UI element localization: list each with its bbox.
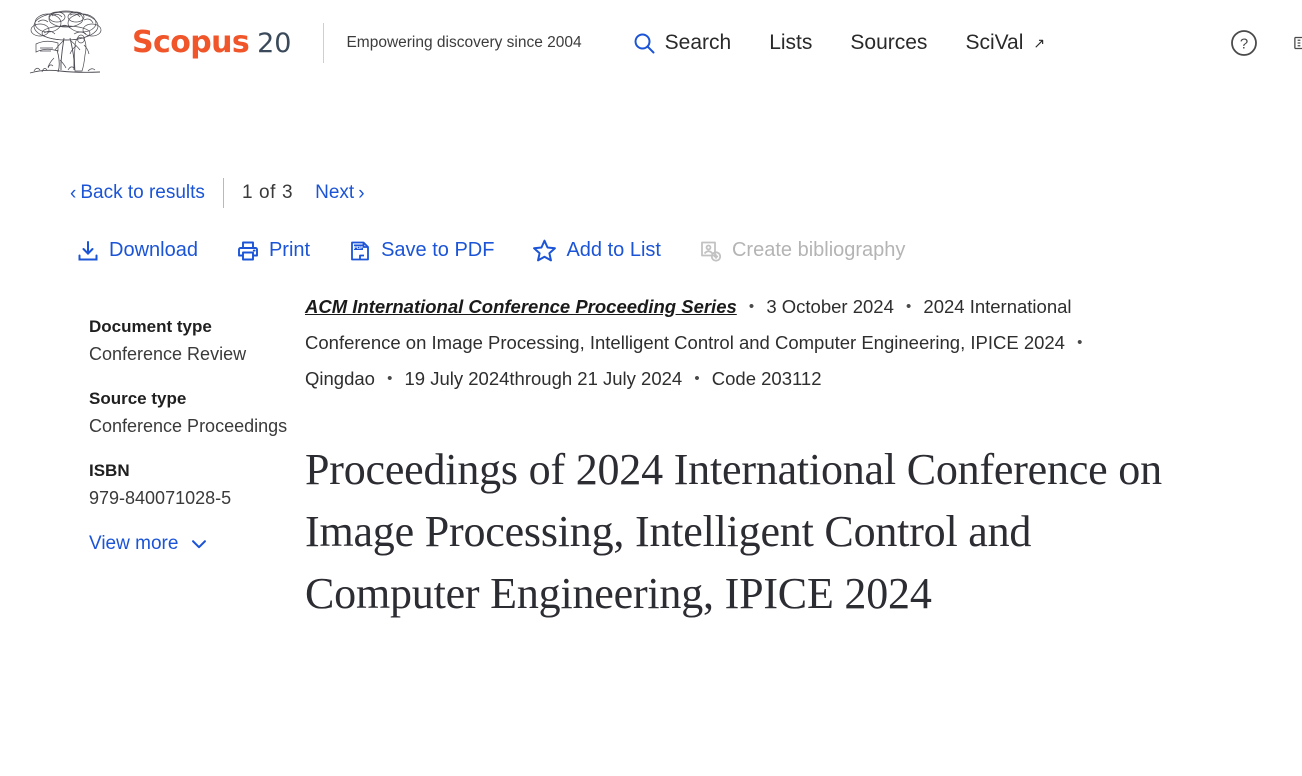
help-button[interactable]: ? — [1228, 27, 1260, 59]
printer-icon — [238, 241, 258, 260]
brand-block[interactable]: Scopus 20 — [24, 8, 291, 78]
nav-label-lists: Lists — [769, 31, 813, 54]
view-more-label: View more — [89, 533, 179, 554]
nav-item-scival[interactable]: SciVal ↗ — [965, 31, 1045, 55]
current-page-number: 1 — [241, 182, 254, 203]
chevron-left-icon: ‹ — [70, 182, 77, 204]
document-metadata-sidebar: Document type Conference Review Source t… — [0, 289, 305, 625]
document-main-panel: ACM International Conference Proceeding … — [305, 289, 1302, 625]
nav-item-search[interactable]: Search — [632, 31, 732, 55]
header-tagline: Empowering discovery since 2004 — [346, 34, 582, 51]
source-type-value: Conference Proceedings — [89, 416, 288, 436]
pdf-icon: PDF — [351, 241, 369, 260]
main-navigation: Search Lists Sources SciVal ↗ — [632, 31, 1045, 55]
star-icon — [533, 239, 557, 262]
institution-icon — [1294, 36, 1302, 50]
isbn-label: ISBN — [89, 461, 130, 480]
conference-dates: 19 July 2024through 21 July 2024 — [404, 368, 683, 389]
download-button[interactable]: Download — [76, 239, 198, 263]
print-label: Print — [268, 239, 311, 261]
chevron-right-icon: › — [358, 182, 365, 204]
help-circle-icon: ? — [1231, 30, 1257, 56]
document-type-value: Conference Review — [89, 344, 247, 364]
site-header: Scopus 20 Empowering discovery since 200… — [0, 0, 1302, 86]
conference-location: Qingdao — [305, 368, 375, 389]
svg-text:PDF: PDF — [354, 245, 363, 250]
save-to-pdf-label: Save to PDF — [381, 239, 495, 261]
brand-anniversary-badge: 20 — [257, 27, 292, 59]
back-to-results-label: Back to results — [80, 182, 205, 203]
publication-date: 3 October 2024 — [766, 296, 894, 317]
source-title-link[interactable]: ACM International Conference Proceeding … — [305, 296, 737, 317]
results-nav-divider — [222, 178, 224, 208]
brand-wordmark: Scopus — [132, 25, 250, 60]
svg-text:?: ? — [1240, 36, 1248, 53]
page-indicator: 1 of 3 — [242, 182, 293, 204]
download-icon — [78, 240, 98, 260]
save-to-pdf-button[interactable]: PDF Save to PDF — [348, 239, 494, 263]
results-navigation: ‹ Back to results 1 of 3 Next › — [70, 178, 1302, 208]
nav-label-scival: SciVal — [965, 31, 1024, 54]
separator-dot: • — [694, 370, 700, 387]
metadata-fields: Document type Conference Review Source t… — [89, 317, 305, 509]
conference-code: Code 203112 — [711, 368, 822, 389]
view-more-button[interactable]: View more — [89, 533, 305, 555]
nav-label-sources: Sources — [850, 31, 928, 54]
document-action-toolbar: Download Print PDF Save to PDF Add to Li… — [76, 238, 1302, 263]
next-result-link[interactable]: Next › — [315, 182, 364, 204]
header-divider — [323, 23, 325, 63]
search-icon — [634, 33, 655, 54]
add-to-list-label: Add to List — [566, 239, 661, 261]
next-label: Next — [315, 182, 355, 203]
create-bibliography-button: Create bibliography — [699, 239, 905, 263]
source-type-label: Source type — [89, 389, 187, 408]
nav-label-search: Search — [664, 31, 732, 54]
document-content: Document type Conference Review Source t… — [0, 289, 1302, 625]
isbn-value: 979-840071028-5 — [89, 488, 232, 508]
chevron-down-icon — [192, 540, 207, 549]
bibliography-icon — [701, 241, 722, 262]
separator-dot: • — [387, 370, 393, 387]
nav-item-sources[interactable]: Sources — [850, 31, 927, 55]
add-to-list-button[interactable]: Add to List — [532, 238, 661, 263]
source-details-line: ACM International Conference Proceeding … — [305, 289, 1150, 397]
document-title: Proceedings of 2024 International Confer… — [305, 445, 1162, 618]
institution-button[interactable] — [1288, 27, 1302, 59]
print-button[interactable]: Print — [236, 239, 310, 263]
create-bibliography-label: Create bibliography — [731, 239, 906, 261]
nav-item-lists[interactable]: Lists — [769, 31, 812, 55]
document-type-label: Document type — [89, 317, 212, 336]
header-right-actions: ? — [1228, 0, 1302, 86]
separator-dot: • — [1077, 334, 1083, 351]
download-label: Download — [109, 239, 198, 261]
total-page-number: 3 — [281, 182, 294, 203]
back-to-results-link[interactable]: ‹ Back to results — [70, 182, 205, 204]
elsevier-tree-logo — [29, 10, 102, 74]
external-link-icon: ↗ — [1033, 34, 1046, 51]
page-of-label: of — [259, 182, 277, 203]
separator-dot: • — [748, 298, 755, 315]
separator-dot: • — [906, 298, 912, 315]
